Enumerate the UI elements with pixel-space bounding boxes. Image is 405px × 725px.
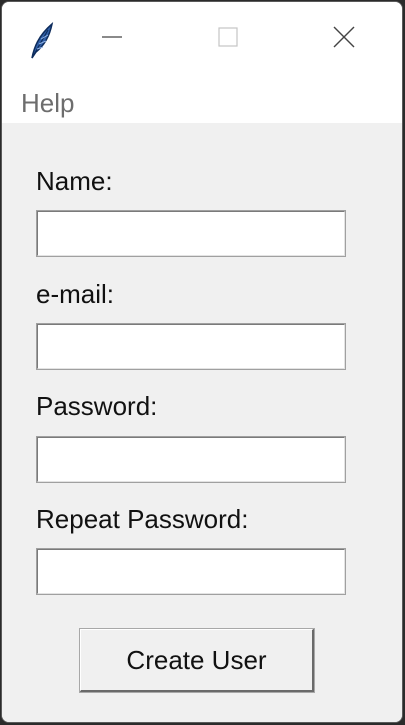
email-input[interactable]: [36, 323, 346, 370]
menu-item-help[interactable]: Help: [21, 88, 74, 118]
name-input[interactable]: [36, 210, 346, 257]
feather-icon: [26, 20, 58, 60]
create-user-button[interactable]: Create User: [79, 628, 315, 693]
minimize-button[interactable]: [87, 14, 137, 64]
app-window: Help Name: e-mail: Password: Repeat Pass…: [1, 1, 403, 723]
password-label: Password:: [36, 391, 158, 421]
minimize-icon: [100, 25, 124, 54]
user-form: Name: e-mail: Password: Repeat Password:…: [2, 123, 402, 722]
repeat-password-label: Repeat Password:: [36, 504, 249, 534]
maximize-button[interactable]: [203, 14, 253, 64]
email-label: e-mail:: [36, 279, 115, 309]
close-icon: [331, 24, 357, 55]
maximize-icon: [216, 25, 240, 54]
repeat-password-input[interactable]: [36, 548, 346, 595]
title-bar[interactable]: [2, 2, 402, 78]
close-button[interactable]: [319, 14, 369, 64]
name-label: Name:: [36, 166, 113, 196]
password-input[interactable]: [36, 436, 346, 483]
menu-bar: Help: [2, 78, 402, 123]
